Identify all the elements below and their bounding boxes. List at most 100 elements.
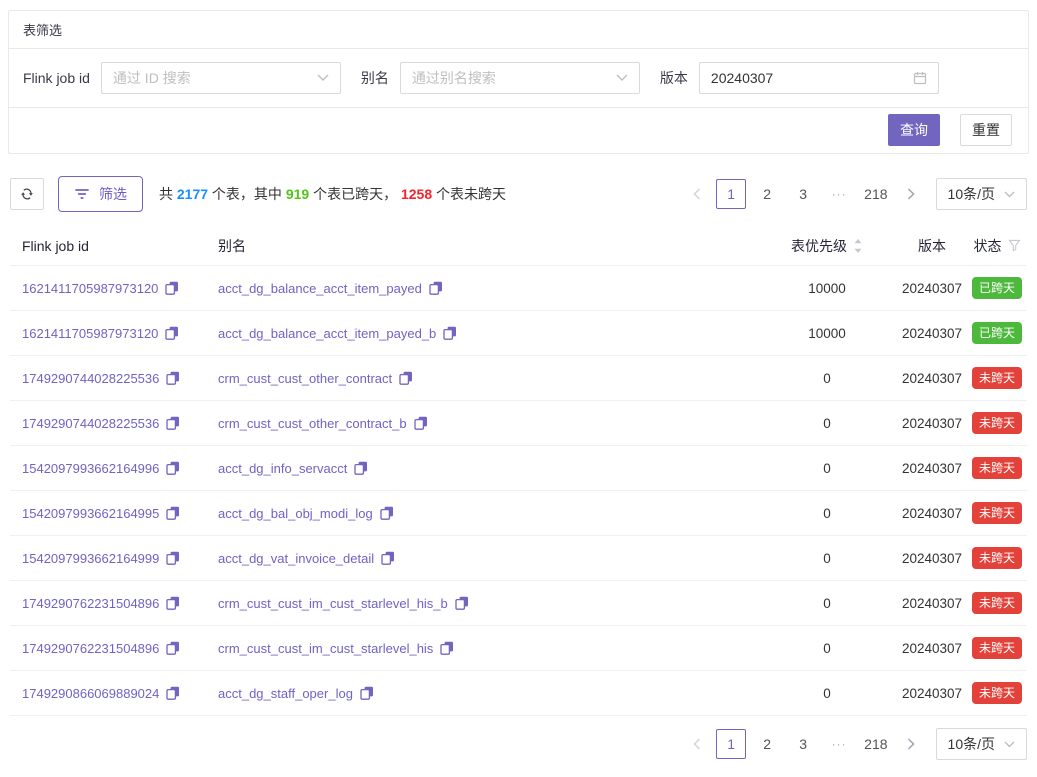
priority-value: 10000 (757, 326, 897, 341)
alias-link[interactable]: acct_dg_balance_acct_item_payed_b (218, 326, 436, 341)
copy-icon[interactable] (166, 596, 180, 610)
copy-icon[interactable] (455, 596, 469, 610)
pagination-next-icon[interactable] (898, 729, 924, 759)
copy-icon[interactable] (380, 506, 394, 520)
pagination-page[interactable]: 1 (716, 729, 746, 759)
alias-link[interactable]: acct_dg_vat_invoice_detail (218, 551, 374, 566)
summary-not-crossed-count: 1258 (401, 186, 432, 202)
pagination-ellipsis[interactable]: ··· (824, 729, 854, 759)
bottom-pagination-wrap: 123···218 10条/页 (10, 728, 1027, 760)
copy-icon[interactable] (166, 641, 180, 655)
job-id-link[interactable]: 1621411705987973120 (22, 326, 158, 341)
pagination-next-icon[interactable] (898, 179, 924, 209)
copy-icon[interactable] (166, 686, 180, 700)
summary-text: 共 2177 个表，其中 919 个表已跨天， 1258 个表未跨天 (159, 184, 506, 204)
column-header-job-id: Flink job id (10, 238, 206, 254)
copy-icon[interactable] (165, 326, 179, 340)
chevron-down-icon (1004, 191, 1015, 198)
version-value: 20240307 (897, 506, 967, 521)
job-id-link[interactable]: 1749290762231504896 (22, 641, 159, 656)
pagination-prev-icon[interactable] (684, 179, 710, 209)
version-value: 20240307 (897, 416, 967, 431)
table-row: 1749290762231504896 crm_cust_cust_im_cus… (10, 626, 1027, 671)
copy-icon[interactable] (360, 686, 374, 700)
query-button[interactable]: 查询 (888, 114, 940, 146)
job-id-link[interactable]: 1749290762231504896 (22, 596, 159, 611)
results-table: Flink job id 别名 表优先级 版本 状态 1621411705987… (10, 226, 1027, 716)
alias-link[interactable]: crm_cust_cust_other_contract_b (218, 416, 407, 431)
priority-value: 0 (757, 641, 897, 656)
copy-icon[interactable] (443, 326, 457, 340)
refresh-button[interactable] (10, 178, 44, 210)
priority-value: 0 (757, 461, 897, 476)
pagination-page[interactable]: 2 (752, 729, 782, 759)
version-value: 20240307 (897, 326, 967, 341)
priority-value: 0 (757, 686, 897, 701)
pagination-page[interactable]: 2 (752, 179, 782, 209)
pagination-prev-icon[interactable] (684, 729, 710, 759)
pagination-page[interactable]: 3 (788, 179, 818, 209)
pagination-top: 123···218 10条/页 (684, 178, 1027, 210)
alias-placeholder: 通过别名搜索 (412, 68, 496, 88)
copy-icon[interactable] (429, 281, 443, 295)
alias-link[interactable]: acct_dg_info_servacct (218, 461, 347, 476)
table-row: 1749290762231504896 crm_cust_cust_im_cus… (10, 581, 1027, 626)
priority-value: 0 (757, 551, 897, 566)
column-header-priority[interactable]: 表优先级 (757, 236, 897, 256)
copy-icon[interactable] (399, 371, 413, 385)
column-header-status[interactable]: 状态 (967, 236, 1027, 256)
pagination-page[interactable]: 218 (860, 179, 891, 209)
pagination-ellipsis[interactable]: ··· (824, 179, 854, 209)
pagination-page[interactable]: 1 (716, 179, 746, 209)
alias-link[interactable]: acct_dg_balance_acct_item_payed (218, 281, 422, 296)
alias-link[interactable]: crm_cust_cust_im_cust_starlevel_his (218, 641, 433, 656)
filter-fields-row: Flink job id 通过 ID 搜索 别名 通过别名搜索 版本 20240… (9, 49, 1028, 108)
summary-prefix: 共 (159, 186, 177, 202)
version-date-input[interactable]: 20240307 (699, 62, 939, 94)
funnel-filter-icon[interactable] (1008, 239, 1021, 252)
table-row: 1749290744028225536 crm_cust_cust_other_… (10, 356, 1027, 401)
alias-link[interactable]: crm_cust_cust_im_cust_starlevel_his_b (218, 596, 448, 611)
sort-icon[interactable] (853, 238, 863, 254)
reset-button[interactable]: 重置 (960, 114, 1012, 146)
table-row: 1621411705987973120 acct_dg_balance_acct… (10, 266, 1027, 311)
job-id-link[interactable]: 1749290866069889024 (22, 686, 159, 701)
copy-icon[interactable] (165, 281, 179, 295)
table-row: 1749290744028225536 crm_cust_cust_other_… (10, 401, 1027, 446)
job-id-link[interactable]: 1542097993662164996 (22, 461, 159, 476)
job-id-link[interactable]: 1749290744028225536 (22, 371, 159, 386)
alias-field: 别名 通过别名搜索 (361, 62, 640, 94)
alias-link[interactable]: crm_cust_cust_other_contract (218, 371, 392, 386)
copy-icon[interactable] (166, 461, 180, 475)
version-value: 20240307 (897, 461, 967, 476)
job-id-link[interactable]: 1621411705987973120 (22, 281, 158, 296)
copy-icon[interactable] (166, 371, 180, 385)
copy-icon[interactable] (440, 641, 454, 655)
copy-icon[interactable] (166, 506, 180, 520)
pagination-page[interactable]: 218 (860, 729, 891, 759)
alias-link[interactable]: acct_dg_bal_obj_modi_log (218, 506, 373, 521)
job-id-select[interactable]: 通过 ID 搜索 (101, 62, 341, 94)
status-badge: 未跨天 (972, 412, 1022, 434)
page-size-select[interactable]: 10条/页 (936, 728, 1027, 760)
filter-button[interactable]: 筛选 (58, 176, 143, 212)
job-id-link[interactable]: 1749290744028225536 (22, 416, 159, 431)
job-id-link[interactable]: 1542097993662164995 (22, 506, 159, 521)
alias-link[interactable]: acct_dg_staff_oper_log (218, 686, 353, 701)
job-id-field: Flink job id 通过 ID 搜索 (23, 62, 341, 94)
copy-icon[interactable] (381, 551, 395, 565)
version-value: 20240307 (897, 551, 967, 566)
copy-icon[interactable] (166, 551, 180, 565)
summary-crossed-count: 919 (286, 186, 309, 202)
pagination-page[interactable]: 3 (788, 729, 818, 759)
alias-select[interactable]: 通过别名搜索 (400, 62, 640, 94)
copy-icon[interactable] (354, 461, 368, 475)
priority-header-label: 表优先级 (791, 236, 847, 256)
table-row: 1542097993662164999 acct_dg_vat_invoice_… (10, 536, 1027, 581)
copy-icon[interactable] (166, 416, 180, 430)
copy-icon[interactable] (414, 416, 428, 430)
chevron-down-icon (1004, 741, 1015, 748)
version-field: 版本 20240307 (660, 62, 939, 94)
job-id-link[interactable]: 1542097993662164999 (22, 551, 159, 566)
page-size-select[interactable]: 10条/页 (936, 178, 1027, 210)
